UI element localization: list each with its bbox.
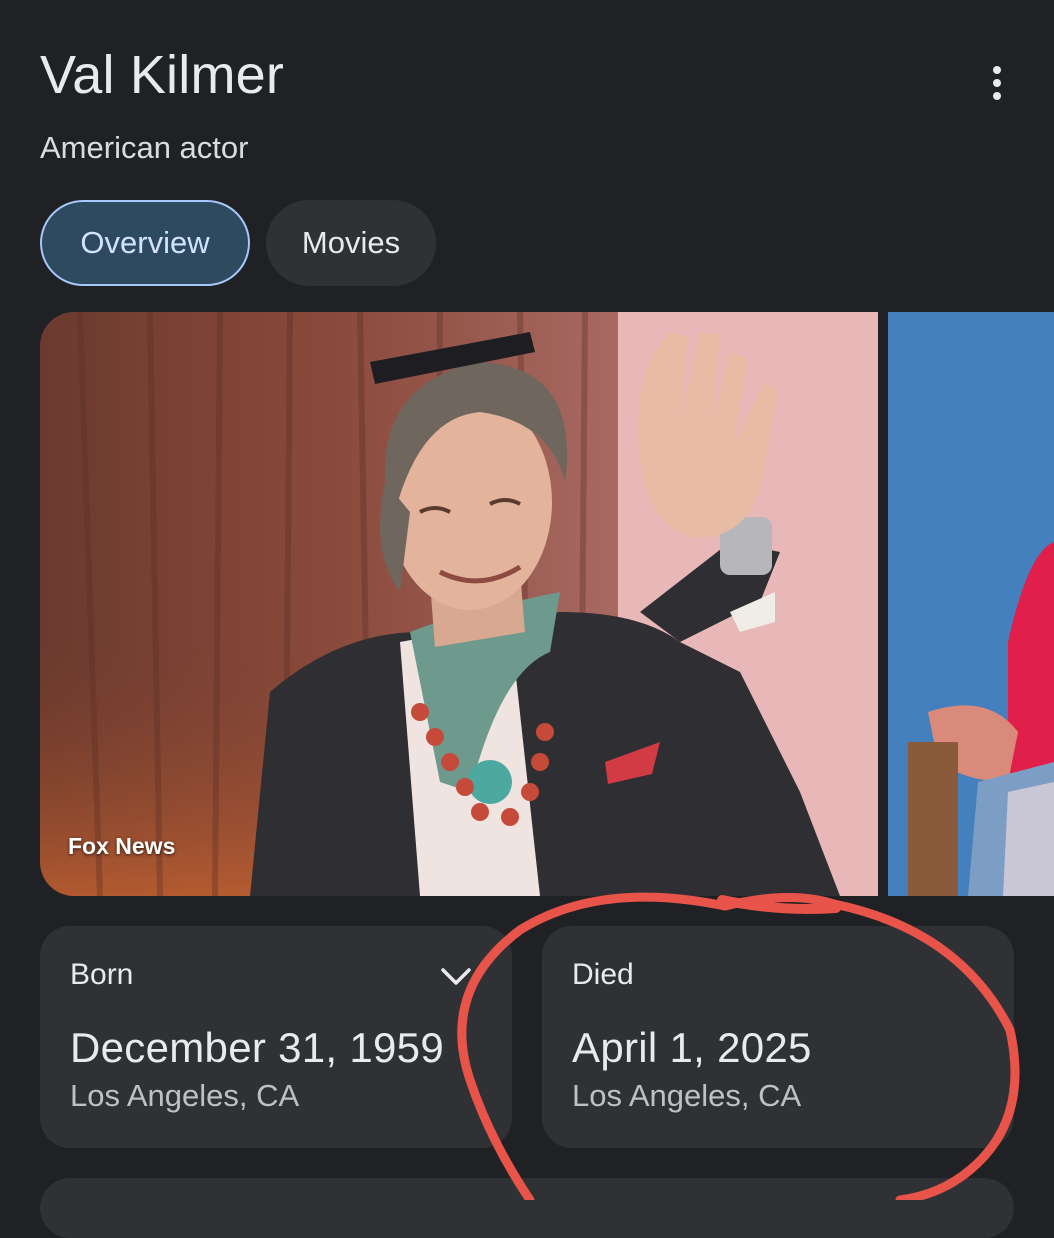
image-secondary[interactable] <box>888 312 1054 896</box>
died-label: Died <box>572 958 634 991</box>
page-title: Val Kilmer <box>40 45 285 105</box>
born-place: Los Angeles, CA <box>70 1078 300 1113</box>
born-date: December 31, 1959 <box>70 1024 444 1071</box>
portrait-photo <box>40 312 878 896</box>
tab-movies[interactable]: Movies <box>266 200 436 286</box>
secondary-photo <box>888 312 1054 896</box>
died-place: Los Angeles, CA <box>572 1078 802 1113</box>
chevron-down-icon[interactable] <box>440 966 472 988</box>
fact-card-died[interactable]: Died April 1, 2025 Los Angeles, CA <box>542 926 1014 1148</box>
next-fact-card[interactable] <box>40 1178 1014 1238</box>
born-label: Born <box>70 958 134 991</box>
died-date: April 1, 2025 <box>572 1024 812 1071</box>
tab-overview[interactable]: Overview <box>40 200 250 286</box>
more-vert-icon <box>993 66 1001 100</box>
fact-card-born[interactable]: Born December 31, 1959 Los Angeles, CA <box>40 926 512 1148</box>
more-options-button[interactable] <box>972 58 1022 108</box>
image-main[interactable]: Fox News <box>40 312 878 896</box>
image-source-label: Fox News <box>68 833 176 859</box>
page-subtitle: American actor <box>40 130 249 165</box>
